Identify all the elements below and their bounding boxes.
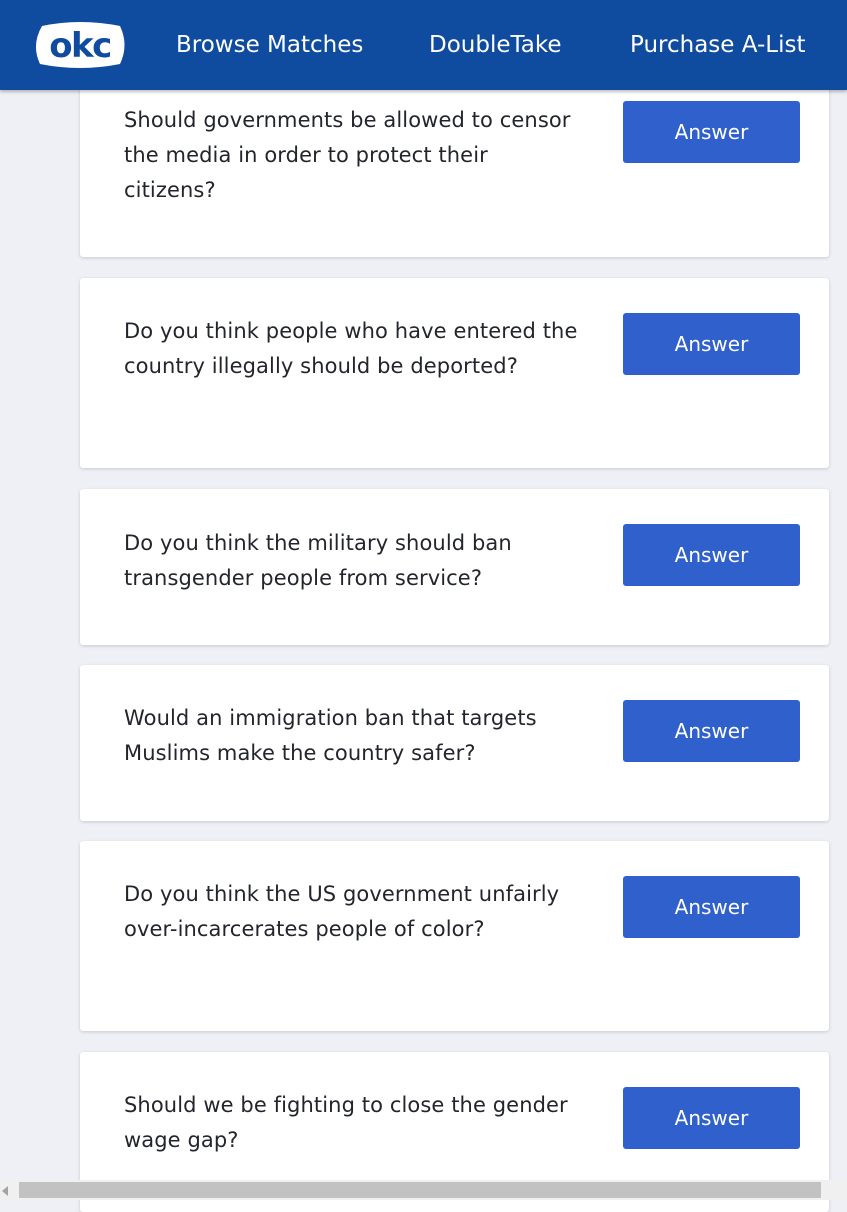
logo-text: okc (49, 26, 111, 66)
question-text: Do you think the US government unfairly … (124, 882, 560, 941)
scroll-left-arrow-icon[interactable] (2, 1186, 8, 1196)
answer-button[interactable]: Answer (623, 101, 800, 163)
question-text: Would an immigration ban that targets Mu… (124, 706, 537, 765)
answer-button[interactable]: Answer (623, 700, 800, 762)
question-card: Do you think the military should ban tra… (80, 489, 829, 645)
nav-purchase-a-list[interactable]: Purchase A-List (630, 30, 806, 60)
answer-button[interactable]: Answer (623, 524, 800, 586)
question-text: Do you think the military should ban tra… (124, 531, 512, 590)
scrollbar-thumb[interactable] (19, 1182, 821, 1198)
question-card: Do you think the US government unfairly … (80, 841, 829, 1031)
nav-browse-matches[interactable]: Browse Matches (176, 30, 363, 60)
question-card: Would an immigration ban that targets Mu… (80, 665, 829, 821)
question-text: Should we be fighting to close the gende… (124, 1093, 568, 1152)
question-text: Do you think people who have entered the… (124, 319, 578, 378)
question-card: Should governments be allowed to censor … (80, 62, 829, 257)
answer-button[interactable]: Answer (623, 313, 800, 375)
question-text: Should governments be allowed to censor … (124, 108, 571, 202)
top-navigation-bar: okc Browse Matches DoubleTake Purchase A… (0, 0, 847, 90)
okc-logo[interactable]: okc (32, 20, 128, 70)
nav-doubletake[interactable]: DoubleTake (429, 30, 562, 60)
answer-button[interactable]: Answer (623, 1087, 800, 1149)
question-card: Do you think people who have entered the… (80, 278, 829, 468)
horizontal-scrollbar[interactable] (0, 1180, 847, 1200)
answer-button[interactable]: Answer (623, 876, 800, 938)
